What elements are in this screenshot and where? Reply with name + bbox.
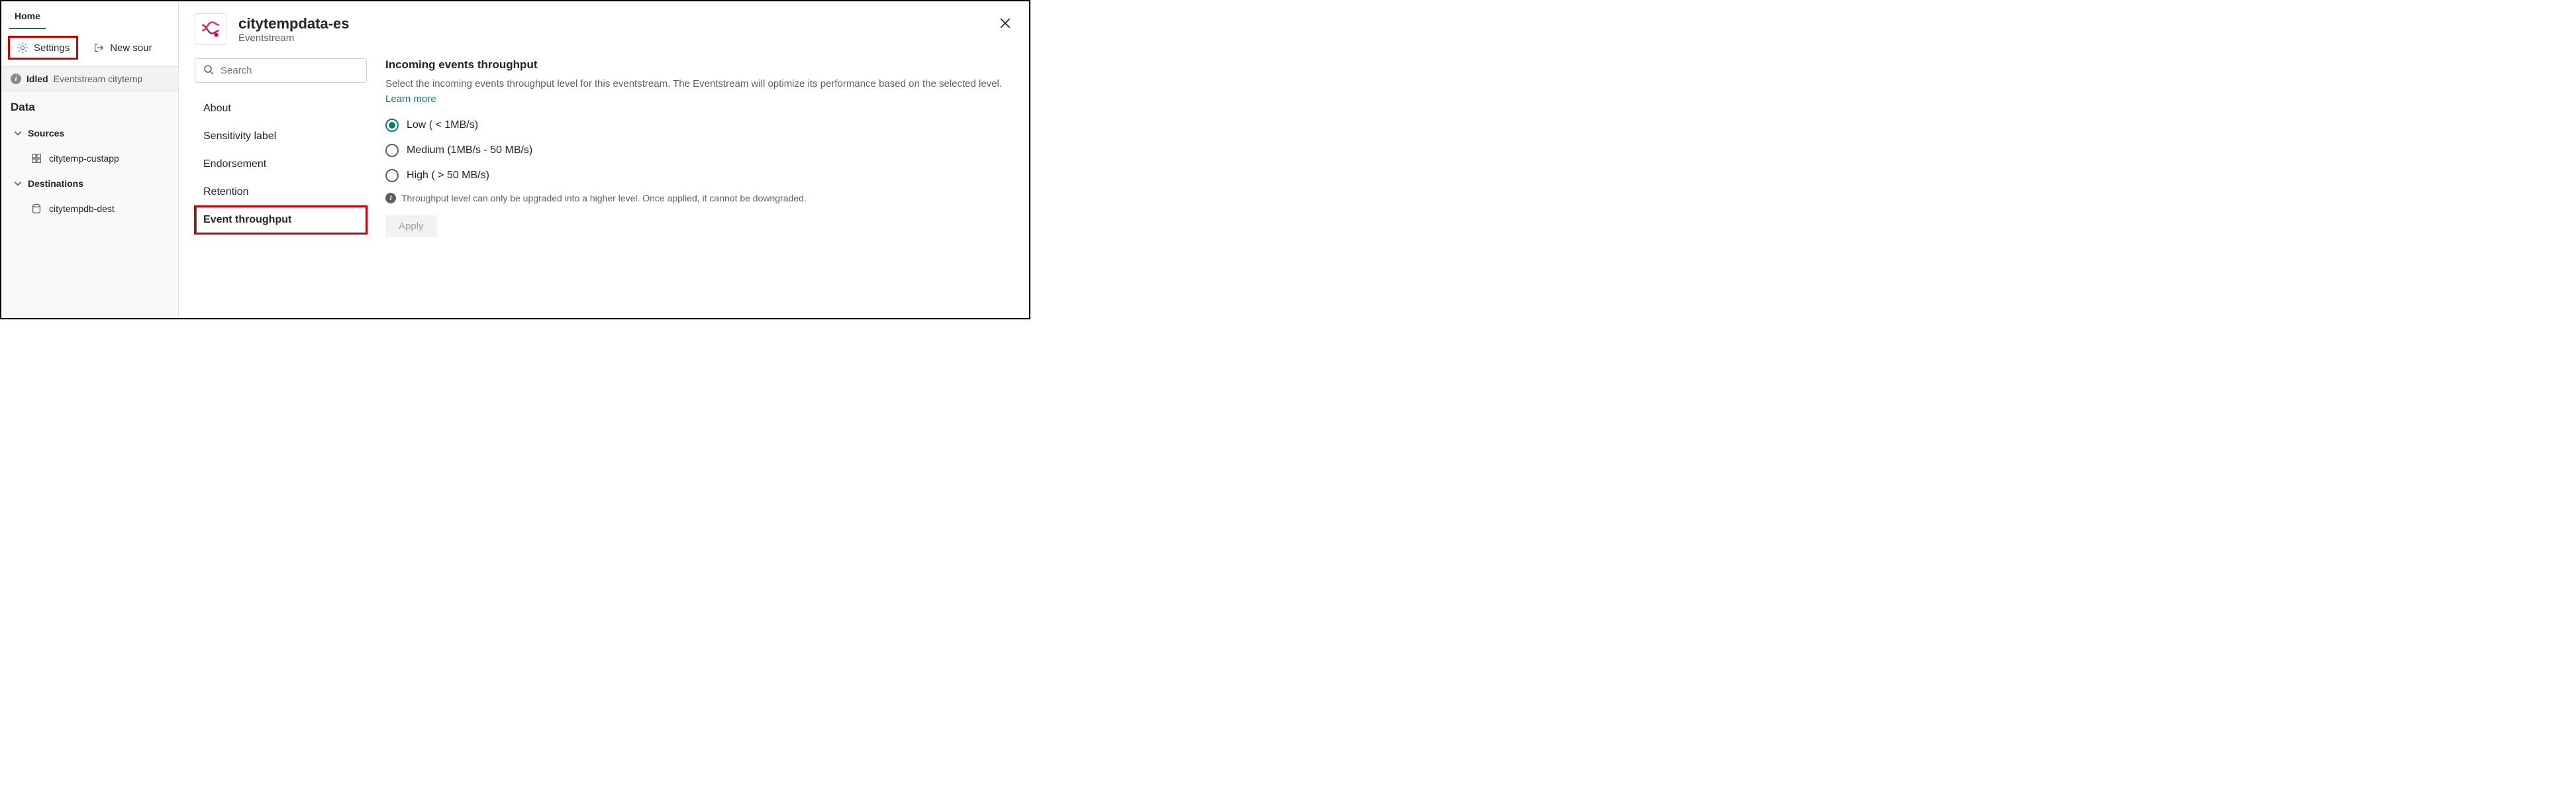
status-bar: i Idled Eventstream citytemp [1,67,178,91]
chevron-down-icon [12,178,24,189]
settings-label: Settings [34,42,70,54]
close-icon [999,17,1011,31]
nav-sensitivity[interactable]: Sensitivity label [195,123,367,150]
settings-button[interactable]: Settings [8,36,78,60]
learn-more-link[interactable]: Learn more [385,93,436,105]
radio-high-label: High ( > 50 MB/s) [407,170,489,182]
status-text: Eventstream citytemp [54,74,143,84]
sources-group[interactable]: Sources [7,121,173,146]
nav-retention[interactable]: Retention [195,178,367,206]
radio-low-label: Low ( < 1MB/s) [407,119,478,131]
tab-home[interactable]: Home [9,7,46,30]
list-item[interactable]: citytempdb-dest [7,196,173,221]
list-item[interactable]: citytemp-custapp [7,146,173,171]
sources-label: Sources [28,128,64,138]
search-icon [203,64,214,77]
radio-high[interactable]: High ( > 50 MB/s) [385,169,1013,182]
new-source-label: New sour [110,42,152,54]
panel-subtitle: Eventstream [238,32,350,44]
arrow-in-icon [93,42,105,54]
new-source-button[interactable]: New sour [86,36,158,60]
radio-medium-label: Medium (1MB/s - 50 MB/s) [407,144,532,156]
destinations-group[interactable]: Destinations [7,171,173,196]
panel-title: citytempdata-es [238,15,350,32]
info-icon: i [385,193,396,203]
nav-endorsement[interactable]: Endorsement [195,150,367,178]
throughput-note: Throughput level can only be upgraded in… [401,193,807,203]
nav-about[interactable]: About [195,95,367,123]
eventstream-icon [195,13,226,45]
search-input-wrap[interactable] [195,58,367,83]
search-input[interactable] [221,65,358,76]
section-desc: Select the incoming events throughput le… [385,77,1013,107]
radio-icon [385,169,399,182]
destination-item-label: citytempdb-dest [49,203,115,214]
nav-event-throughput[interactable]: Event throughput [195,206,367,234]
apply-button[interactable]: Apply [385,215,437,237]
database-icon [30,203,42,215]
section-title: Incoming events throughput [385,58,1013,72]
radio-icon [385,144,399,157]
data-heading: Data [1,91,178,121]
close-button[interactable] [995,13,1016,34]
source-item-label: citytemp-custapp [49,153,119,164]
gear-icon [17,42,28,54]
destinations-label: Destinations [28,178,83,189]
info-icon: i [11,74,21,84]
app-icon [30,152,42,164]
radio-low[interactable]: Low ( < 1MB/s) [385,119,1013,132]
status-idled: Idled [26,74,48,84]
chevron-down-icon [12,127,24,139]
radio-icon [385,119,399,132]
radio-medium[interactable]: Medium (1MB/s - 50 MB/s) [385,144,1013,157]
